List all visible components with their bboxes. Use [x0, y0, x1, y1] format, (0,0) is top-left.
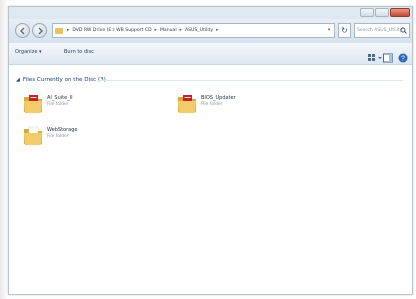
folder-with-document-icon — [23, 92, 43, 114]
view-controls: ? — [368, 48, 408, 63]
search-input[interactable]: Search ASUS_Utility — [354, 23, 410, 38]
item-type: File folder — [47, 102, 69, 107]
address-bar-row: ▸ DVD RW Drive (E:) WB Support CD ▸ Manu… — [9, 19, 412, 43]
window-controls — [360, 8, 410, 17]
breadcrumb-drive[interactable]: DVD RW Drive (E:) WB Support CD — [70, 24, 153, 37]
item-text: BIOS_Updater File folder — [201, 95, 236, 107]
title-bar — [9, 7, 412, 19]
collapse-chevron-icon[interactable]: ◢ — [16, 77, 20, 83]
forward-button[interactable] — [32, 23, 47, 38]
folder-icon — [23, 124, 43, 146]
item-type: File folder — [47, 134, 69, 139]
refresh-button[interactable]: ↻ — [338, 23, 351, 38]
address-bar[interactable]: ▸ DVD RW Drive (E:) WB Support CD ▸ Manu… — [52, 23, 335, 38]
change-view-icon[interactable] — [368, 48, 382, 61]
help-icon[interactable]: ? — [398, 48, 408, 63]
organize-button[interactable]: Organize ▾ — [15, 49, 42, 55]
burn-to-disc-button[interactable]: Burn to disc — [64, 49, 94, 55]
list-item[interactable]: WebStorage File folder — [23, 124, 77, 146]
group-divider — [97, 80, 403, 81]
folder-with-document-icon — [177, 92, 197, 114]
breadcrumb-manual[interactable]: Manual — [158, 24, 179, 37]
address-dropdown-icon[interactable]: ▾ — [324, 24, 334, 37]
breadcrumb-asus-utility[interactable]: ASUS_Utility — [183, 24, 215, 37]
desktop-edge — [0, 0, 8, 299]
file-list-pane[interactable]: ◢ Files Currently on the Disc (3) AI_Sui… — [9, 65, 412, 294]
item-type: File folder — [201, 102, 223, 107]
preview-pane-icon[interactable] — [383, 48, 393, 63]
search-icon[interactable] — [400, 27, 407, 40]
item-name: AI_Suite_II — [47, 95, 73, 101]
list-item[interactable]: AI_Suite_II File folder — [23, 92, 73, 114]
item-name: BIOS_Updater — [201, 95, 236, 101]
back-arrow-icon — [20, 27, 25, 35]
minimize-button[interactable] — [360, 8, 374, 17]
list-item[interactable]: BIOS_Updater File folder — [177, 92, 236, 114]
item-text: WebStorage File folder — [47, 127, 77, 139]
breadcrumb-separator: ▸ — [216, 28, 219, 33]
back-button[interactable] — [15, 23, 30, 38]
group-header[interactable]: ◢ Files Currently on the Disc (3) — [16, 77, 106, 83]
item-name: WebStorage — [47, 127, 78, 133]
search-placeholder: Search ASUS_Utility — [357, 28, 403, 33]
close-button[interactable] — [390, 8, 410, 17]
item-text: AI_Suite_II File folder — [47, 95, 73, 107]
maximize-button[interactable] — [375, 8, 389, 17]
command-bar: Organize ▾ Burn to disc ? — [9, 43, 412, 65]
explorer-window: ▸ DVD RW Drive (E:) WB Support CD ▸ Manu… — [8, 6, 413, 295]
svg-text:?: ? — [401, 56, 405, 63]
group-title: Files Currently on the Disc (3) — [22, 77, 106, 83]
drive-icon — [55, 27, 63, 34]
forward-arrow-icon — [38, 27, 43, 35]
